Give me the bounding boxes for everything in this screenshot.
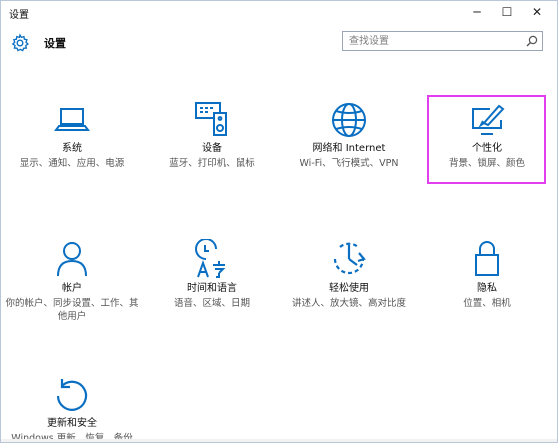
tile-title: 系统 — [62, 143, 82, 154]
tile-description: 显示、通知、应用、电源 — [19, 158, 125, 169]
tile-title: 隐私 — [477, 283, 497, 294]
globe-icon — [332, 103, 366, 137]
search-icon[interactable] — [526, 35, 538, 47]
lock-icon — [475, 241, 499, 276]
tile-time-language[interactable]: 时间和语言 语音、区域、日期 — [144, 239, 280, 310]
tile-description: 讲述人、放大镜、高对比度 — [291, 298, 406, 309]
devices-icon — [195, 102, 227, 136]
laptop-icon — [54, 108, 90, 131]
tile-title: 更新和安全 — [47, 418, 97, 429]
selection-highlight — [427, 95, 546, 184]
search-input[interactable] — [349, 33, 519, 49]
tile-title: 帐户 — [62, 283, 82, 294]
gear-icon — [11, 33, 29, 52]
person-icon — [57, 242, 87, 277]
tile-update-security[interactable]: 更新和安全 Windows 更新、恢复、备份 — [4, 376, 140, 442]
tile-network[interactable]: 网络和 Internet Wi-Fi、飞行模式、VPN — [281, 101, 417, 170]
tile-accounts[interactable]: 帐户 你的帐户、同步设置、工作、其他用户 — [4, 239, 140, 323]
update-icon — [56, 379, 88, 411]
tile-ease-of-access[interactable]: 轻松使用 讲述人、放大镜、高对比度 — [281, 239, 417, 310]
tile-description: 语音、区域、日期 — [173, 298, 250, 309]
page-title: 设置 — [44, 37, 66, 50]
tile-description: 蓝牙、打印机、鼠标 — [169, 158, 255, 169]
tile-devices[interactable]: 设备 蓝牙、打印机、鼠标 — [144, 101, 280, 170]
tile-system[interactable]: 系统 显示、通知、应用、电源 — [4, 101, 140, 170]
close-button[interactable]: ✕ — [523, 3, 551, 21]
settings-header: 设置 — [1, 27, 557, 61]
ease-of-access-icon — [333, 242, 366, 275]
tile-title: 时间和语言 — [187, 283, 237, 294]
tile-title: 轻松使用 — [329, 283, 369, 294]
window-bottom-edge — [1, 439, 557, 442]
minimize-button[interactable]: ─ — [463, 3, 491, 21]
tile-description: 位置、相机 — [463, 298, 511, 309]
search-box[interactable] — [342, 31, 543, 51]
tile-privacy[interactable]: 隐私 位置、相机 — [419, 239, 555, 310]
window-title: 设置 — [9, 10, 29, 21]
maximize-button[interactable]: ☐ — [493, 3, 521, 21]
tile-title: 设备 — [202, 143, 222, 154]
title-bar: 设置 ─ ☐ ✕ — [1, 1, 557, 25]
tile-description: 你的帐户、同步设置、工作、其他用户 — [5, 298, 139, 322]
tile-title: 网络和 Internet — [312, 143, 386, 154]
tile-description: Wi-Fi、飞行模式、VPN — [299, 158, 399, 169]
settings-window: 设置 ─ ☐ ✕ 设置 系统 显示、通知、应用、电源 — [0, 0, 558, 443]
time-language-icon — [195, 239, 226, 278]
